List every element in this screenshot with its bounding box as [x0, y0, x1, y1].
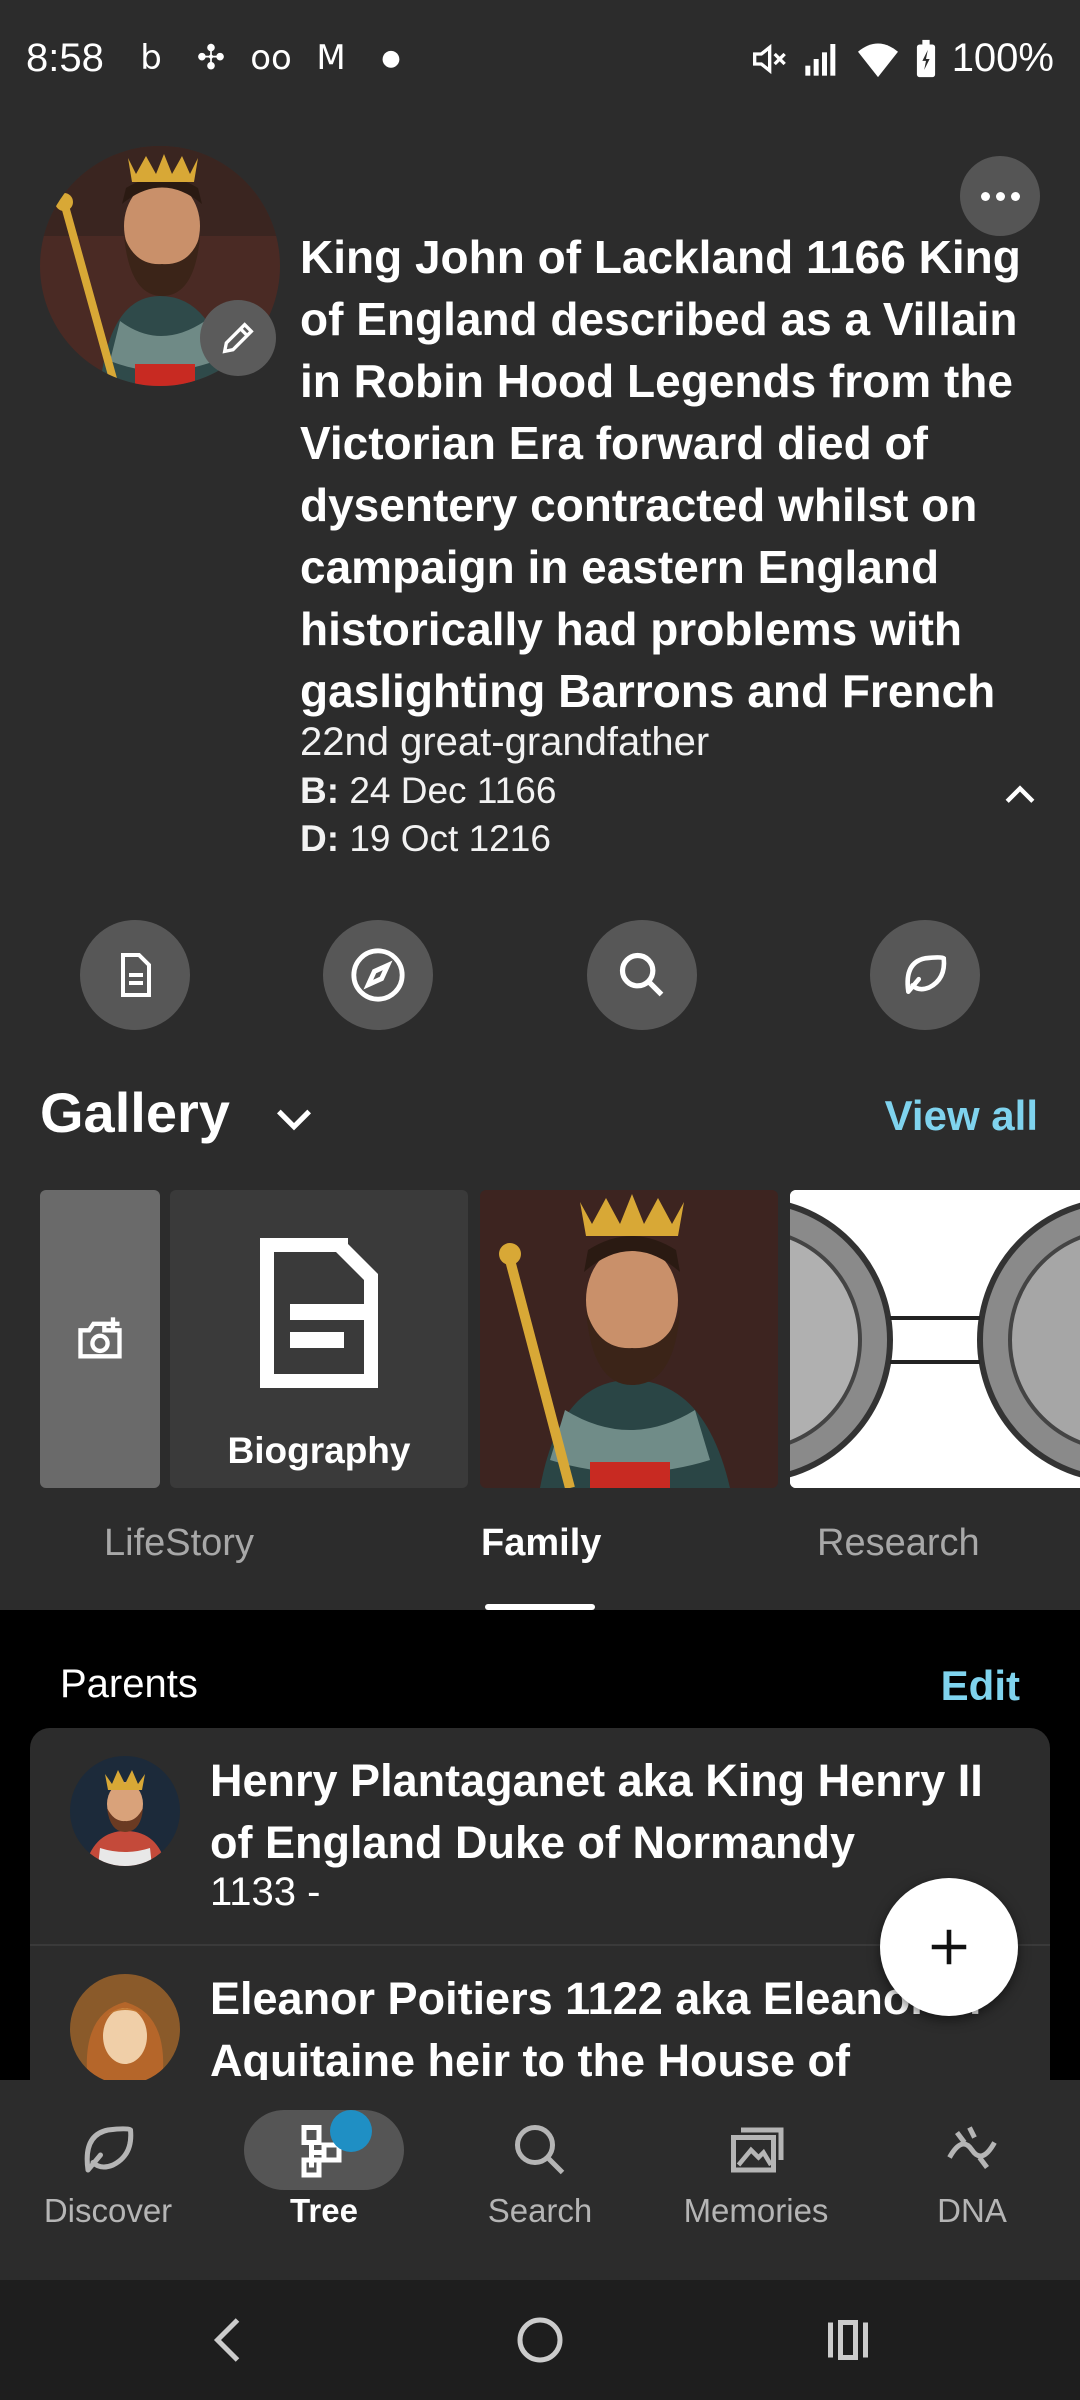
add-photo-icon	[78, 1317, 122, 1359]
notification-icons: b ✣ oo M ●	[128, 38, 414, 78]
notification-dot	[330, 2110, 372, 2152]
biography-tile[interactable]: Biography	[170, 1190, 468, 1488]
gallery-title: Gallery	[40, 1081, 230, 1144]
dna-icon	[947, 2126, 997, 2169]
add-photo-button[interactable]	[40, 1190, 160, 1488]
nav-tree[interactable]: Tree	[216, 2080, 432, 2280]
b-icon: b	[140, 38, 162, 78]
birth-date: 24 Dec 1166	[349, 770, 557, 811]
edit-photo-button[interactable]	[200, 300, 276, 376]
death-date: 19 Oct 1216	[349, 818, 551, 859]
nav-discover-label: Discover	[43, 2192, 173, 2229]
status-bar: 8:58 b ✣ oo M ● 100%	[0, 0, 1080, 124]
nav-memories[interactable]: Memories	[648, 2080, 864, 2280]
nav-memories-label: Memories	[683, 2192, 829, 2229]
nav-tree-label: Tree	[290, 2192, 358, 2229]
father-years: 1133 -	[210, 1870, 321, 1914]
battery-icon	[916, 39, 935, 77]
nav-search-label: Search	[487, 2192, 593, 2229]
home-icon[interactable]	[510, 2310, 570, 2370]
leaf-icon	[905, 955, 947, 994]
system-navigation-bar	[0, 2280, 1080, 2400]
pencil-icon	[222, 322, 254, 354]
gmail-icon: M	[316, 38, 346, 78]
explore-button[interactable]	[323, 920, 433, 1030]
facts-icon	[121, 953, 151, 997]
more-options-button[interactable]	[960, 156, 1040, 236]
signal-icon	[805, 43, 836, 76]
search-icon	[619, 952, 664, 997]
search-records-button[interactable]	[587, 920, 697, 1030]
search-icon	[515, 2125, 565, 2175]
tab-family[interactable]: Family	[481, 1522, 601, 1565]
battery-percent: 100%	[951, 36, 1054, 80]
nav-search[interactable]: Search	[432, 2080, 648, 2280]
edit-parents-button[interactable]: Edit	[941, 1662, 1020, 1710]
biography-label: Biography	[227, 1430, 411, 1471]
gallery-strip[interactable]: Biography	[40, 1190, 1080, 1488]
parents-title: Parents	[60, 1662, 198, 1706]
gallery-seal-image[interactable]	[790, 1190, 1080, 1488]
wifi-icon	[857, 43, 898, 77]
more-dot	[980, 191, 990, 201]
relationship-label: 22nd great-grandfather	[300, 720, 710, 764]
nav-discover[interactable]: Discover	[0, 2080, 216, 2280]
profile-avatar-container[interactable]	[40, 146, 280, 386]
father-name: Henry Plantaganet aka King Henry II of E…	[210, 1755, 983, 1868]
dot-icon: ●	[381, 45, 401, 71]
plus-icon	[931, 1929, 967, 1965]
nav-dna-label: DNA	[937, 2192, 1007, 2229]
person-name: King John of Lackland 1166 King of Engla…	[300, 231, 1021, 717]
chevron-down-icon[interactable]	[268, 1092, 320, 1144]
view-all-link[interactable]: View all	[885, 1092, 1038, 1140]
more-dot	[995, 191, 1005, 201]
back-icon[interactable]	[200, 2310, 260, 2370]
death-info: D: 19 Oct 1216	[300, 818, 551, 860]
system-icons: 100%	[748, 36, 1054, 81]
family-section: Parents Edit Henry Plantaganet aka King …	[0, 1610, 1080, 2080]
birth-label: B:	[300, 770, 340, 811]
nav-dna[interactable]: DNA	[864, 2080, 1080, 2280]
add-family-member-button[interactable]	[880, 1878, 1018, 2016]
mute-icon	[752, 43, 786, 74]
more-dot	[1010, 191, 1020, 201]
chevron-up-icon[interactable]	[998, 772, 1042, 816]
gallery-portrait[interactable]	[480, 1190, 778, 1488]
document-icon	[260, 1238, 378, 1388]
voicemail-icon: oo	[250, 38, 292, 78]
status-time: 8:58	[26, 36, 104, 80]
recents-icon[interactable]	[818, 2310, 878, 2370]
compass-icon	[351, 948, 405, 1002]
leaf-icon	[84, 2126, 134, 2173]
tab-research[interactable]: Research	[817, 1522, 980, 1565]
father-avatar	[70, 1756, 180, 1866]
pinwheel-icon: ✣	[196, 38, 226, 78]
mother-avatar	[70, 1974, 180, 2080]
death-label: D:	[300, 818, 340, 859]
birth-info: B: 24 Dec 1166	[300, 770, 556, 812]
photos-icon	[731, 2127, 784, 2173]
facts-button[interactable]	[80, 920, 190, 1030]
tab-lifestory[interactable]: LifeStory	[104, 1522, 254, 1565]
bottom-navigation: Discover Tree Search Memories DNA	[0, 2080, 1080, 2280]
hints-button[interactable]	[870, 920, 980, 1030]
